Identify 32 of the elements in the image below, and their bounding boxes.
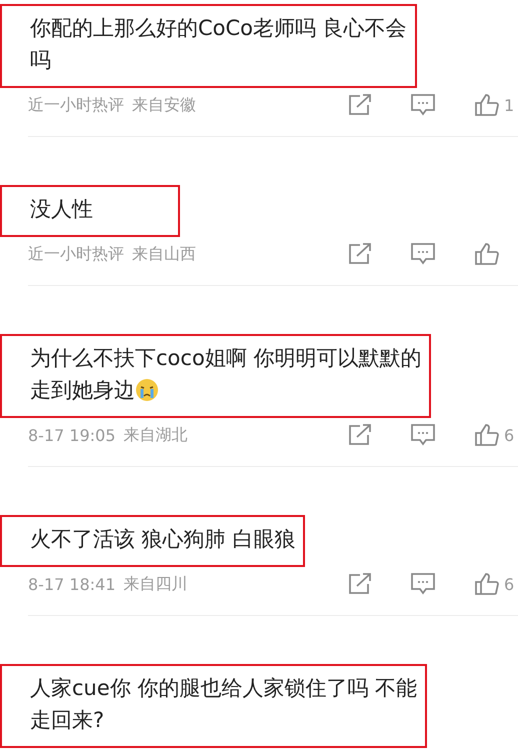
comment-time: 近一小时热评 [28,244,124,264]
crying-face-icon [135,378,159,402]
like-count: 6 [504,426,516,444]
comment-text: 人家cue你 你的腿也给人家锁住了吗 不能 [30,675,418,702]
comment-text: 吗 [30,47,51,74]
thumbs-up-icon[interactable] [474,93,500,117]
comment-icon[interactable] [410,572,436,596]
comment-location: 来自四川 [124,574,188,594]
thumbs-up-icon[interactable] [474,242,500,266]
comment-text: 火不了活该 狼心狗肺 白眼狼 [30,526,296,553]
thumbs-up-icon[interactable] [474,572,500,596]
comment-time: 近一小时热评 [28,94,124,116]
comment-icon[interactable] [410,242,436,266]
comment-time: 8-17 19:05 [28,426,116,444]
like-count: 1 [504,96,516,114]
comment-time: 8-17 18:41 [28,574,116,594]
comment-text: 为什么不扶下coco姐啊 你明明可以默默的 [30,345,422,372]
share-icon[interactable] [348,243,372,265]
comment-text: 你配的上那么好的CoCo老师吗 良心不会 [30,15,407,42]
share-icon[interactable] [348,424,372,446]
comment-location: 来自湖北 [124,424,188,446]
comment-text: 没人性 [30,196,93,223]
comment-icon[interactable] [410,93,436,117]
comment-text: 走到她身边 [30,377,135,404]
share-icon[interactable] [348,573,372,595]
like-count: 6 [504,574,516,594]
comment-text: 走回来? [30,707,104,734]
comment-location: 来自安徽 [132,94,196,116]
comment-icon[interactable] [410,423,436,447]
thumbs-up-icon[interactable] [474,423,500,447]
share-icon[interactable] [348,94,372,116]
comment-location: 来自山西 [132,244,196,264]
